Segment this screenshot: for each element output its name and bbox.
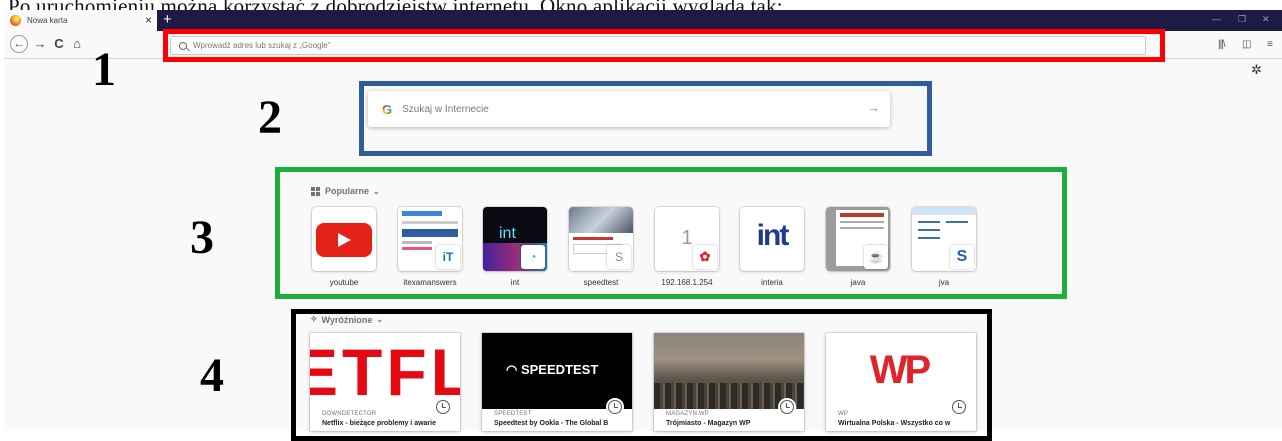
top-site-label: int (510, 278, 520, 287)
interia-logo: int (756, 219, 790, 252)
library-icon[interactable]: |||\ (1218, 39, 1226, 50)
top-site-label: itexamanswers (403, 278, 457, 287)
top-site-tile-youtube[interactable] (312, 207, 376, 271)
card-source: SPEEDTEST (494, 411, 532, 417)
int-favicon-icon: ◔ (521, 245, 545, 269)
huawei-logo-icon: ✿ (693, 245, 717, 269)
sparkle-icon: ✧ (310, 314, 318, 324)
clock-icon (436, 400, 450, 414)
top-site-tile-itexamanswers[interactable]: iT (398, 207, 462, 271)
top-site-tile-router[interactable]: 1 ✿ (655, 207, 719, 271)
gauge-icon: ◠ (506, 362, 521, 377)
int-logo: int (499, 225, 516, 242)
annotation-number-3: 3 (190, 211, 214, 264)
close-window-icon[interactable]: ✕ (1262, 14, 1270, 25)
tab-close-icon[interactable]: × (145, 13, 152, 27)
highlight-card-magazyn[interactable]: MAGAZYN.WP Trójmiasto - Magazyn WP (654, 333, 804, 431)
tab-new-tab[interactable]: Nowa karta × (4, 10, 157, 31)
home-button[interactable]: ⌂ (68, 35, 86, 53)
highlight-card-speedtest[interactable]: ◠ SPEEDTEST SPEEDTEST Speedtest by Ookla… (482, 333, 632, 431)
speedtest-logo: ◠ SPEEDTEST (506, 362, 599, 377)
top-sites-header[interactable]: Popularne ⌄ (311, 186, 380, 196)
annotation-number-1: 1 (92, 43, 116, 96)
clock-icon (608, 400, 622, 414)
restore-icon[interactable]: ❐ (1238, 14, 1246, 25)
clock-icon (952, 400, 966, 414)
top-sites-title: Popularne (325, 186, 370, 196)
tab-title: Nowa karta (27, 16, 68, 25)
new-tab-button[interactable]: + (163, 11, 172, 28)
search-icon (179, 41, 187, 50)
url-bar[interactable] (170, 36, 1146, 55)
highlight-card-wp[interactable]: WP WP Wirtualna Polska - Wszystko co w (826, 333, 976, 431)
card-source: MAGAZYN.WP (666, 411, 710, 417)
url-input[interactable] (193, 41, 993, 50)
chevron-down-icon: ⌄ (376, 315, 384, 324)
chevron-down-icon: ⌄ (373, 186, 380, 196)
highlight-card-netflix[interactable]: ETFLI DOWNDETECTOR Netflix - bieżące pro… (310, 333, 460, 431)
top-site-tile-speedtest[interactable]: S (569, 207, 633, 271)
top-site-label: java (850, 278, 866, 287)
top-site-label: 192.168.1.254 (661, 278, 713, 287)
top-site-label: youtube (329, 278, 359, 287)
card-title: Trójmiasto - Magazyn WP (666, 420, 751, 427)
minimize-icon[interactable]: — (1212, 14, 1221, 24)
top-site-tile-interia[interactable]: int (740, 207, 804, 271)
arrow-right-icon[interactable]: → (867, 100, 880, 115)
annotation-number-2: 2 (258, 91, 282, 144)
jva-favicon-icon: S (950, 245, 974, 269)
web-search-box[interactable]: G Szukaj w Internecie → (368, 91, 890, 127)
back-button[interactable]: ← (10, 35, 28, 53)
search-placeholder: Szukaj w Internecie (402, 103, 489, 115)
google-icon: G (382, 101, 393, 117)
gear-icon[interactable]: ✲ (1251, 62, 1262, 78)
top-site-label: speedtest (583, 278, 619, 287)
clock-icon (780, 400, 794, 414)
java-logo-icon: ☕ (864, 245, 888, 269)
card-title: Netflix - bieżące problemy i awarie (322, 420, 436, 427)
menu-icon[interactable]: ≡ (1267, 39, 1273, 50)
tab-bar: Nowa karta × + — ❐ ✕ (4, 10, 1282, 31)
nav-toolbar: ← → C ⌂ |||\ ◫ ≡ (4, 31, 1282, 59)
card-title: Speedtest by Ookla - The Global B (494, 420, 609, 427)
annotation-number-4: 4 (200, 349, 224, 402)
top-site-label: interia (761, 278, 783, 287)
wp-logo: WP (866, 349, 932, 391)
card-title: Wirtualna Polska - Wszystko co w (838, 420, 951, 427)
highlights-title: Wyróżnione (321, 314, 373, 325)
card-source: DOWNDETECTOR (322, 411, 377, 417)
speedtest-favicon-icon: S (607, 245, 631, 269)
sidebar-icon[interactable]: ◫ (1242, 39, 1251, 50)
highlights-header[interactable]: ✧ Wyróżnione ⌄ (310, 314, 383, 325)
firefox-logo-icon (10, 15, 21, 26)
netflix-logo: ETFLI (310, 335, 460, 409)
top-site-tile-int[interactable]: int ◔ (483, 207, 547, 271)
card-source: WP (838, 411, 849, 417)
top-site-label: jva (938, 278, 950, 287)
forward-button[interactable]: → (31, 35, 49, 53)
grid-icon (311, 186, 320, 196)
reload-button[interactable]: C (50, 35, 68, 53)
youtube-logo-icon (316, 223, 372, 257)
top-site-tile-jva[interactable]: S (912, 207, 976, 271)
city-photo (654, 333, 804, 409)
top-site-tile-java[interactable]: ☕ (826, 207, 890, 271)
itexamanswers-favicon-icon: iT (436, 245, 460, 269)
